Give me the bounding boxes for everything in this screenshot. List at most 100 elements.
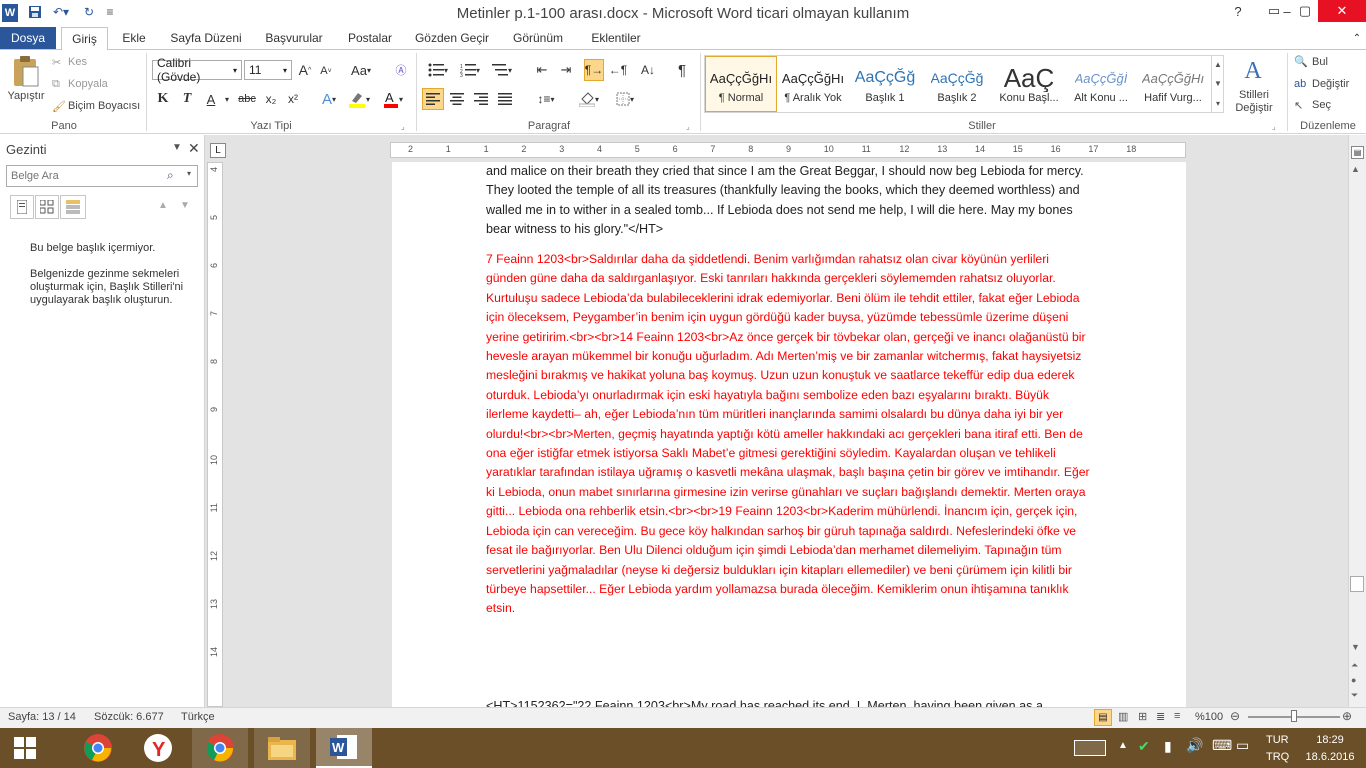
align-center-icon[interactable] bbox=[446, 89, 468, 109]
font-dialog-launcher-icon[interactable]: ⌟ bbox=[401, 122, 405, 131]
select-icon[interactable]: ↖ bbox=[1294, 99, 1303, 112]
next-page-icon[interactable]: ⏷ bbox=[1351, 690, 1358, 701]
status-words[interactable]: Sözcük: 6.677 bbox=[94, 711, 164, 723]
tab-sayfa-duzeni[interactable]: Sayfa Düzeni bbox=[164, 27, 248, 49]
font-name-combo[interactable]: Calibri (Gövde) ▾ bbox=[152, 56, 242, 84]
tab-gozden-gecir[interactable]: Gözden Geçir bbox=[410, 27, 494, 49]
chrome-icon[interactable] bbox=[70, 728, 126, 768]
scroll-thumb[interactable] bbox=[1350, 576, 1364, 592]
ltr-direction-icon[interactable]: ¶→ bbox=[584, 59, 604, 81]
clock-date[interactable]: 18.6.2016 bbox=[1296, 751, 1364, 763]
notification-icon[interactable]: ▭ bbox=[1236, 737, 1249, 754]
scroll-down-icon[interactable]: ▼ bbox=[1214, 79, 1222, 88]
change-case-button[interactable]: Aa ▾ bbox=[348, 60, 374, 80]
nav-pages-tab-icon[interactable] bbox=[35, 195, 59, 219]
highlight-color-icon[interactable]: ▾ bbox=[346, 89, 372, 109]
tab-postalar[interactable]: Postalar bbox=[340, 27, 400, 49]
draft-icon[interactable]: ≡ bbox=[1174, 710, 1180, 722]
tab-gorunum[interactable]: Görünüm bbox=[506, 27, 570, 49]
close-button[interactable]: ✕ bbox=[1318, 0, 1366, 22]
network-icon[interactable]: ▮ bbox=[1164, 738, 1172, 755]
outline-icon[interactable]: ≣ bbox=[1156, 710, 1165, 723]
rtl-direction-icon[interactable]: ←¶ bbox=[608, 60, 628, 80]
zoom-slider-thumb[interactable] bbox=[1291, 710, 1297, 722]
paste-button[interactable]: Yapıştır bbox=[6, 90, 46, 102]
ruler-toggle-icon[interactable]: ▤ bbox=[1351, 146, 1364, 159]
change-styles-icon[interactable]: A bbox=[1236, 56, 1270, 86]
file-explorer-icon[interactable] bbox=[254, 728, 310, 768]
find-button[interactable]: Bul bbox=[1312, 56, 1328, 68]
sort-icon[interactable]: A↓ bbox=[638, 60, 658, 80]
format-painter-button[interactable]: Biçim Boyacısı bbox=[68, 100, 140, 112]
tab-dosya[interactable]: Dosya bbox=[0, 27, 56, 49]
bullets-icon[interactable]: ▾ bbox=[424, 60, 452, 80]
nav-options-icon[interactable]: ▼ bbox=[172, 142, 182, 153]
yandex-browser-icon[interactable]: Y bbox=[130, 728, 186, 768]
status-page[interactable]: Sayfa: 13 / 14 bbox=[8, 711, 76, 723]
line-spacing-icon[interactable]: ↕≡ ▾ bbox=[532, 89, 560, 109]
show-hidden-icons-icon[interactable]: ▲ bbox=[1118, 740, 1128, 751]
paragraph-dialog-launcher-icon[interactable]: ⌟ bbox=[686, 122, 690, 131]
strikethrough-button[interactable]: abc bbox=[236, 89, 258, 109]
styles-scroll[interactable]: ▲ ▼ ▾ bbox=[1211, 55, 1224, 113]
search-dropdown-icon[interactable]: ▾ bbox=[187, 169, 191, 178]
nav-search-input[interactable] bbox=[11, 167, 161, 185]
cut-button[interactable]: Kes bbox=[68, 56, 87, 68]
more-icon[interactable]: ▾ bbox=[1216, 99, 1220, 108]
style-title[interactable]: AaÇ Konu Başl... bbox=[993, 56, 1065, 112]
justify-icon[interactable] bbox=[494, 89, 516, 109]
nav-next-icon[interactable]: ▼ bbox=[180, 200, 190, 211]
keyboard-icon[interactable] bbox=[1074, 740, 1106, 756]
scroll-down-icon[interactable]: ▼ bbox=[1351, 642, 1360, 652]
tab-selector-icon[interactable]: L bbox=[210, 143, 226, 158]
tab-ekle[interactable]: Ekle bbox=[114, 27, 154, 49]
word-taskbar-icon[interactable]: W bbox=[316, 728, 372, 768]
decrease-indent-icon[interactable]: ⇤ bbox=[532, 60, 552, 80]
increase-indent-icon[interactable]: ⇥ bbox=[556, 60, 576, 80]
underline-dropdown-icon[interactable]: ▾ bbox=[222, 92, 232, 106]
browse-object-icon[interactable]: ● bbox=[1351, 675, 1356, 685]
italic-button[interactable]: T bbox=[178, 89, 196, 109]
font-size-combo[interactable]: 11 ▾ bbox=[244, 60, 292, 80]
copy-button[interactable]: Kopyala bbox=[68, 78, 108, 90]
align-left-icon[interactable] bbox=[422, 88, 444, 110]
clear-formatting-icon[interactable]: Ⓐ bbox=[392, 60, 410, 80]
status-language[interactable]: Türkçe bbox=[181, 711, 215, 723]
collapse-ribbon-icon[interactable]: ⌃ bbox=[1348, 27, 1366, 49]
shading-icon[interactable]: ▾ bbox=[574, 89, 604, 109]
clock-time[interactable]: 18:29 bbox=[1302, 734, 1358, 746]
zoom-out-icon[interactable]: ⊖ bbox=[1230, 709, 1240, 723]
align-right-icon[interactable] bbox=[470, 89, 492, 109]
document-paragraph-english[interactable]: and malice on their breath they cried th… bbox=[486, 162, 1091, 240]
style-subtitle[interactable]: AaÇçĞğİ Alt Konu ... bbox=[1065, 56, 1137, 112]
help-button[interactable]: ? bbox=[1221, 0, 1255, 22]
replace-button[interactable]: Değiştir bbox=[1312, 78, 1349, 90]
format-painter-icon[interactable]: 🖌 bbox=[52, 100, 66, 113]
grow-font-button[interactable]: A ^ bbox=[296, 60, 314, 80]
tab-basvurular[interactable]: Başvurular bbox=[258, 27, 330, 49]
numbering-icon[interactable]: 1 2 3 ▾ bbox=[456, 60, 484, 80]
select-button[interactable]: Seç bbox=[1312, 99, 1331, 111]
cut-icon[interactable]: ✂ bbox=[52, 56, 61, 69]
shrink-font-button[interactable]: A ˅ bbox=[318, 62, 334, 80]
security-icon[interactable]: ✔ bbox=[1138, 738, 1150, 755]
scroll-up-icon[interactable]: ▲ bbox=[1351, 164, 1360, 174]
keyboard-layout[interactable]: TRQ bbox=[1266, 751, 1289, 763]
superscript-button[interactable]: x² bbox=[284, 89, 302, 109]
nav-prev-icon[interactable]: ▲ bbox=[158, 200, 168, 211]
nav-close-icon[interactable]: ✕ bbox=[188, 140, 200, 157]
find-icon[interactable]: 🔍 bbox=[1294, 55, 1308, 68]
style-heading-1[interactable]: AaÇçĞğ Başlık 1 bbox=[849, 56, 921, 112]
nav-results-tab-icon[interactable] bbox=[60, 195, 86, 219]
style-normal[interactable]: AaÇçĞğHı ¶ Normal bbox=[705, 56, 777, 112]
document-paragraph-turkish[interactable]: 7 Feainn 1203<br>Saldırılar daha da şidd… bbox=[486, 250, 1091, 619]
show-formatting-icon[interactable]: ¶ bbox=[672, 60, 692, 80]
nav-headings-tab-icon[interactable] bbox=[10, 195, 34, 219]
full-screen-reading-icon[interactable]: ▥ bbox=[1118, 710, 1128, 723]
zoom-level[interactable]: %100 bbox=[1195, 711, 1223, 723]
zoom-in-icon[interactable]: ⊕ bbox=[1342, 709, 1352, 723]
multilevel-list-icon[interactable]: ▾ bbox=[488, 60, 516, 80]
volume-icon[interactable]: 🔊 bbox=[1186, 737, 1203, 754]
chrome-app-icon[interactable] bbox=[192, 728, 248, 768]
bold-button[interactable]: K bbox=[154, 89, 172, 109]
